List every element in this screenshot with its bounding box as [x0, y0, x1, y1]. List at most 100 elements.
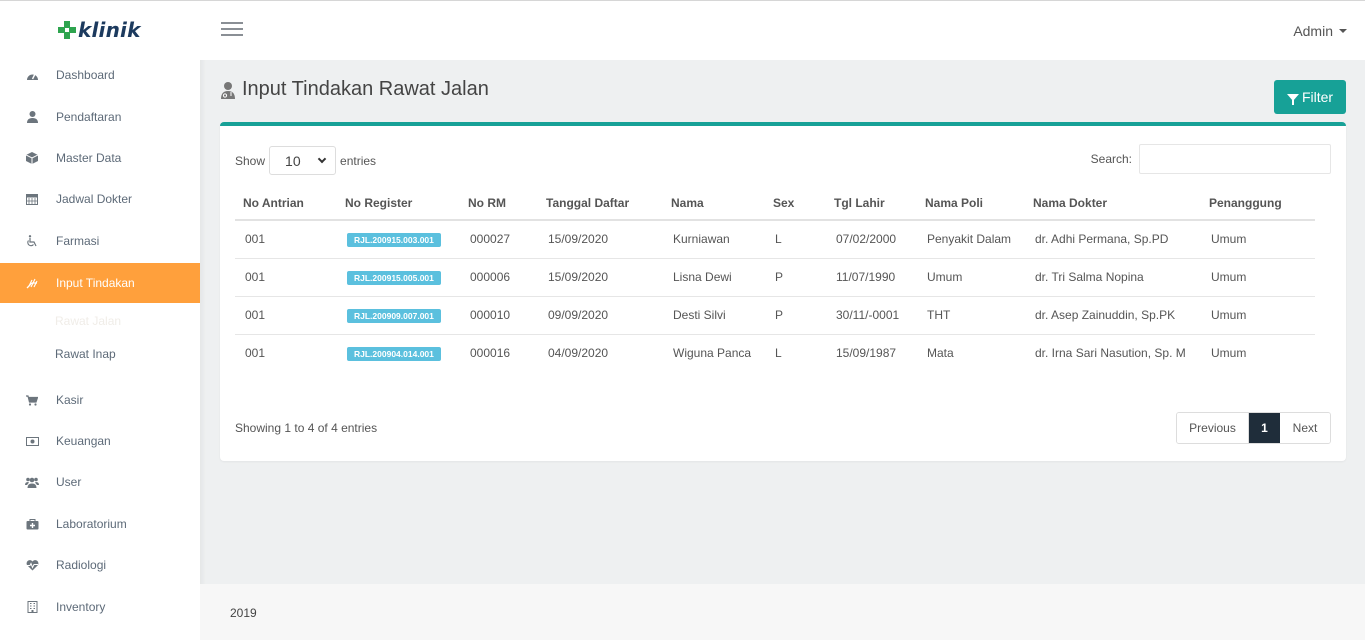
column-header[interactable]: Tanggal Daftar: [538, 186, 663, 221]
caret-down-icon: [1339, 29, 1347, 33]
sidebar-item-label: Inventory: [56, 600, 106, 614]
menu-toggle-icon[interactable]: [221, 22, 243, 38]
previous-page-button[interactable]: Previous: [1177, 413, 1249, 443]
sidebar-subitem-rawat-inap[interactable]: Rawat Inap: [55, 347, 116, 361]
register-badge: RJL.200904.014.001: [347, 346, 441, 361]
register-badge: RJL.200915.003.001: [347, 232, 441, 247]
user-menu[interactable]: Admin: [1293, 23, 1347, 39]
sidebar-shadow: [200, 60, 206, 584]
sidebar-item-jadwal-dokter[interactable]: Jadwal Dokter: [0, 179, 200, 219]
sidebar-item-inventory[interactable]: Inventory: [0, 587, 200, 627]
sidebar-item-label: User: [56, 475, 82, 489]
sidebar-item-master-data[interactable]: Master Data: [0, 138, 200, 178]
sidebar-item-laboratorium[interactable]: Laboratorium: [0, 504, 200, 544]
sidebar-item-keuangan[interactable]: Keuangan: [0, 421, 200, 461]
cell-penanggung: Umum: [1211, 346, 1247, 361]
cell-sex: L: [765, 220, 826, 259]
cell-tgl-lahir: 11/07/1990: [826, 258, 917, 297]
column-header[interactable]: Penanggung: [1201, 186, 1315, 221]
table-row[interactable]: 001 RJL.200909.007.001 000010 09/09/2020…: [235, 296, 1315, 335]
column-header[interactable]: No Register: [337, 186, 460, 221]
cell-tanggal-daftar: 15/09/2020: [538, 258, 663, 297]
column-header[interactable]: Nama Poli: [917, 186, 1025, 221]
wheelchair-icon: [25, 234, 39, 248]
sidebar-item-kasir[interactable]: Kasir: [0, 380, 200, 420]
cell-no-register: RJL.200904.014.001: [337, 334, 460, 372]
sidebar-item-label: Kasir: [56, 393, 84, 407]
user-doctor-icon: [220, 81, 236, 99]
sidebar-item-label: Keuangan: [56, 434, 111, 448]
sidebar-item-label: Farmasi: [56, 234, 100, 248]
cell-nama-poli: Umum: [917, 258, 1025, 297]
search-input[interactable]: [1139, 144, 1331, 174]
dashboard-icon: [25, 68, 39, 82]
cell-nama-dokter: dr. Asep Zainuddin, Sp.PK: [1025, 296, 1201, 335]
sidebar-item-input-tindakan[interactable]: Input Tindakan: [0, 263, 200, 303]
page-number-button[interactable]: 1: [1249, 413, 1280, 443]
filter-button[interactable]: Filter: [1274, 80, 1346, 114]
footer: 2019: [200, 584, 1365, 640]
plus-logo-icon: [58, 21, 76, 39]
cell-tgl-lahir: 15/09/1987: [836, 346, 897, 361]
cell-penanggung: Umum: [1201, 220, 1315, 259]
cell-sex: P: [765, 296, 826, 335]
cart-icon: [25, 393, 39, 407]
column-header[interactable]: Sex: [765, 186, 826, 221]
cell-tanggal-daftar: 09/09/2020: [538, 296, 663, 335]
building-icon: [25, 600, 39, 614]
table-row[interactable]: 001 RJL.200915.003.001 000027 15/09/2020…: [235, 220, 1315, 259]
cell-no-antrian: 001: [245, 346, 266, 361]
hand-medical-icon: [25, 276, 39, 290]
table-row[interactable]: 001 RJL.200904.014.001 000016 04/09/2020…: [235, 334, 1315, 372]
cell-tanggal-daftar: 15/09/2020: [538, 220, 663, 259]
data-table-card: Show 10 entries Search: No Antrian No Re…: [220, 122, 1346, 461]
chevron-down-icon: [317, 154, 327, 163]
page-title: Input Tindakan Rawat Jalan: [220, 78, 489, 101]
page-title-text: Input Tindakan Rawat Jalan: [242, 78, 489, 100]
medkit-icon: [25, 517, 39, 531]
cell-no-antrian: 001: [235, 296, 337, 335]
entries-label: entries: [340, 153, 377, 168]
column-header[interactable]: Nama Dokter: [1025, 186, 1201, 221]
cell-nama-dokter: dr. Tri Salma Nopina: [1025, 258, 1201, 297]
sidebar-item-label: Radiologi: [56, 558, 107, 572]
sidebar: klinik Dashboard Pendaftaran Master Data…: [0, 0, 200, 640]
cell-nama: Wiguna Panca: [673, 346, 752, 361]
next-page-button[interactable]: Next: [1280, 413, 1330, 443]
brand-logo[interactable]: klinik: [0, 1, 200, 59]
column-header[interactable]: Tgl Lahir: [826, 186, 917, 221]
cell-nama-poli: Penyakit Dalam: [917, 220, 1025, 259]
sidebar-item-label: Laboratorium: [56, 517, 127, 531]
sidebar-item-dashboard[interactable]: Dashboard: [0, 55, 200, 95]
entries-select[interactable]: 10: [269, 146, 337, 175]
column-header[interactable]: Nama: [663, 186, 765, 221]
sidebar-item-label: Jadwal Dokter: [56, 192, 133, 206]
sidebar-item-label: Master Data: [56, 151, 122, 165]
cell-nama-poli: Mata: [927, 346, 954, 361]
column-header[interactable]: No Antrian: [235, 186, 337, 221]
cell-no-rm: 000006: [460, 258, 538, 297]
show-label: Show: [235, 153, 266, 168]
cell-nama-dokter: dr. Adhi Permana, Sp.PD: [1025, 220, 1201, 259]
column-header[interactable]: No RM: [460, 186, 538, 221]
table-row[interactable]: 001 RJL.200915.005.001 000006 15/09/2020…: [235, 258, 1315, 297]
table-info: Showing 1 to 4 of 4 entries: [235, 421, 378, 435]
cell-tanggal-daftar: 04/09/2020: [548, 346, 609, 361]
calendar-icon: [25, 192, 39, 206]
sidebar-item-farmasi[interactable]: Farmasi: [0, 221, 200, 261]
filter-icon: [1286, 93, 1299, 105]
sidebar-item-pendaftaran[interactable]: Pendaftaran: [0, 97, 200, 137]
heartbeat-icon: [25, 558, 39, 572]
register-badge: RJL.200915.005.001: [347, 270, 441, 285]
register-badge: RJL.200909.007.001: [347, 308, 441, 323]
money-icon: [25, 434, 39, 448]
cell-tgl-lahir: 30/11/-0001: [826, 296, 917, 335]
sidebar-item-radiologi[interactable]: Radiologi: [0, 545, 200, 585]
cell-nama-dokter: dr. Irna Sari Nasution, Sp. M: [1035, 346, 1186, 361]
sidebar-item-user[interactable]: User: [0, 462, 200, 502]
brand-name: klinik: [78, 18, 141, 42]
cell-sex: L: [775, 346, 782, 361]
cell-nama: Kurniawan: [663, 220, 765, 259]
sidebar-subitem-rawat-jalan[interactable]: Rawat Jalan: [55, 314, 121, 328]
sidebar-item-label: Input Tindakan: [56, 276, 135, 290]
